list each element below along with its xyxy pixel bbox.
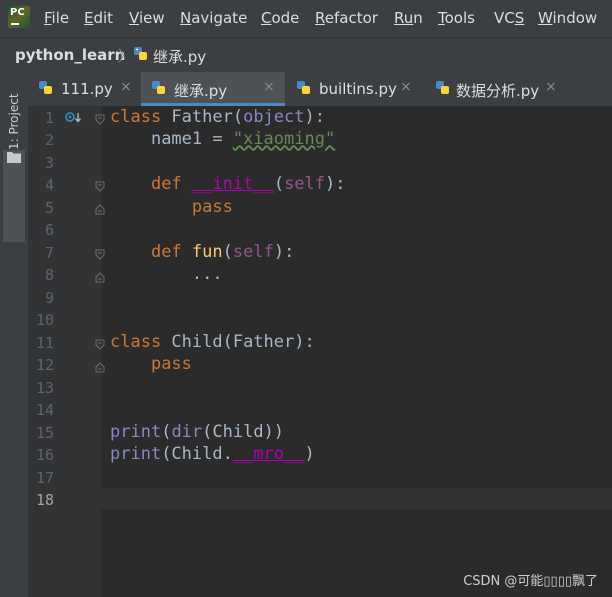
line-number: 16 [35, 446, 54, 464]
fold-icon[interactable] [95, 111, 105, 130]
close-icon[interactable]: × [120, 79, 132, 95]
python-file-icon [133, 46, 149, 68]
python-file-icon [38, 80, 54, 102]
line-number: 15 [35, 424, 54, 442]
line-number-current: 18 [35, 491, 54, 509]
breadcrumb: python_learn 〉 继承.py [0, 37, 612, 74]
line-number: 10 [35, 311, 54, 329]
line-number: 9 [44, 289, 54, 307]
menu-window[interactable]: Window [538, 9, 597, 27]
menu-run[interactable]: Run [394, 9, 423, 27]
code-line-7: def fun(self): [150, 242, 295, 262]
line-number: 1 [44, 109, 54, 127]
code-line-15: print(dir(Child)) [110, 422, 285, 442]
fold-end-icon[interactable] [95, 358, 105, 377]
line-number: 3 [44, 154, 54, 172]
project-tool-label[interactable]: 1: Project [7, 93, 21, 150]
folder-icon[interactable] [7, 148, 21, 167]
code-line-8: ... [191, 264, 223, 284]
menu-tools[interactable]: Tools [438, 9, 475, 27]
code-line-2: name1 = "xiaoming" [150, 129, 336, 149]
current-line-highlight [101, 488, 612, 510]
code-line-12: pass [150, 354, 192, 374]
tab-label: builtins.py [319, 80, 397, 98]
tab-label: 111.py [61, 80, 113, 98]
pycharm-logo-icon[interactable]: PC [8, 6, 30, 28]
line-number: 11 [35, 334, 54, 352]
fold-icon[interactable] [95, 336, 105, 355]
tab-111-py[interactable]: 111.py × [28, 72, 140, 106]
overridden-method-icon[interactable] [65, 110, 83, 129]
code-line-16: print(Child.__mro__) [110, 444, 315, 464]
close-icon[interactable]: × [545, 79, 557, 95]
fold-end-icon[interactable] [95, 200, 105, 219]
line-number: 17 [35, 469, 54, 487]
fold-icon[interactable] [95, 178, 105, 197]
line-number: 7 [44, 244, 54, 262]
line-number: 6 [44, 221, 54, 239]
fold-end-icon[interactable] [95, 268, 105, 287]
menu-vcs[interactable]: VCS [494, 9, 524, 27]
watermark-text: CSDN @可能▯▯▯▯飘了 [463, 574, 598, 589]
menu-file[interactable]: File [44, 9, 69, 27]
line-number: 8 [44, 266, 54, 284]
tab-shujufenxi-py[interactable]: 数据分析.py × [425, 72, 575, 106]
code-line-11: class Child(Father): [110, 332, 315, 352]
python-file-icon [151, 80, 167, 102]
python-file-icon [435, 80, 451, 102]
close-icon[interactable]: × [400, 79, 412, 95]
menu-edit[interactable]: Edit [84, 9, 113, 27]
line-number: 2 [44, 131, 54, 149]
menu-code[interactable]: Code [261, 9, 299, 27]
menu-bar: PC File Edit View Navigate Code Refactor… [0, 0, 612, 37]
close-icon[interactable]: × [263, 79, 275, 95]
tab-jicheng-py[interactable]: 继承.py × [141, 72, 285, 106]
breadcrumb-project[interactable]: python_learn [15, 46, 125, 64]
code-line-5: pass [191, 197, 233, 217]
line-number: 14 [35, 401, 54, 419]
breadcrumb-file[interactable]: 继承.py [153, 46, 206, 67]
menu-view[interactable]: View [129, 9, 165, 27]
menu-refactor[interactable]: Refactor [315, 9, 378, 27]
line-number: 5 [44, 199, 54, 217]
line-number: 4 [44, 176, 54, 194]
line-number: 13 [35, 379, 54, 397]
editor-tab-bar: 111.py × 继承.py × builtins.py × 数据分析.py × [28, 72, 612, 107]
python-file-icon [296, 80, 312, 102]
logo-text: PC [10, 7, 25, 18]
tab-label: 数据分析.py [456, 82, 540, 100]
menu-navigate[interactable]: Navigate [180, 9, 247, 27]
tab-builtins-py[interactable]: builtins.py × [286, 72, 424, 106]
code-line-4: def __init__(self): [150, 174, 346, 194]
code-line-1: class Father(object): [110, 107, 325, 127]
fold-icon[interactable] [95, 246, 105, 265]
line-number: 12 [35, 356, 54, 374]
breadcrumb-separator: 〉 [118, 47, 134, 65]
tab-label: 继承.py [174, 82, 228, 100]
